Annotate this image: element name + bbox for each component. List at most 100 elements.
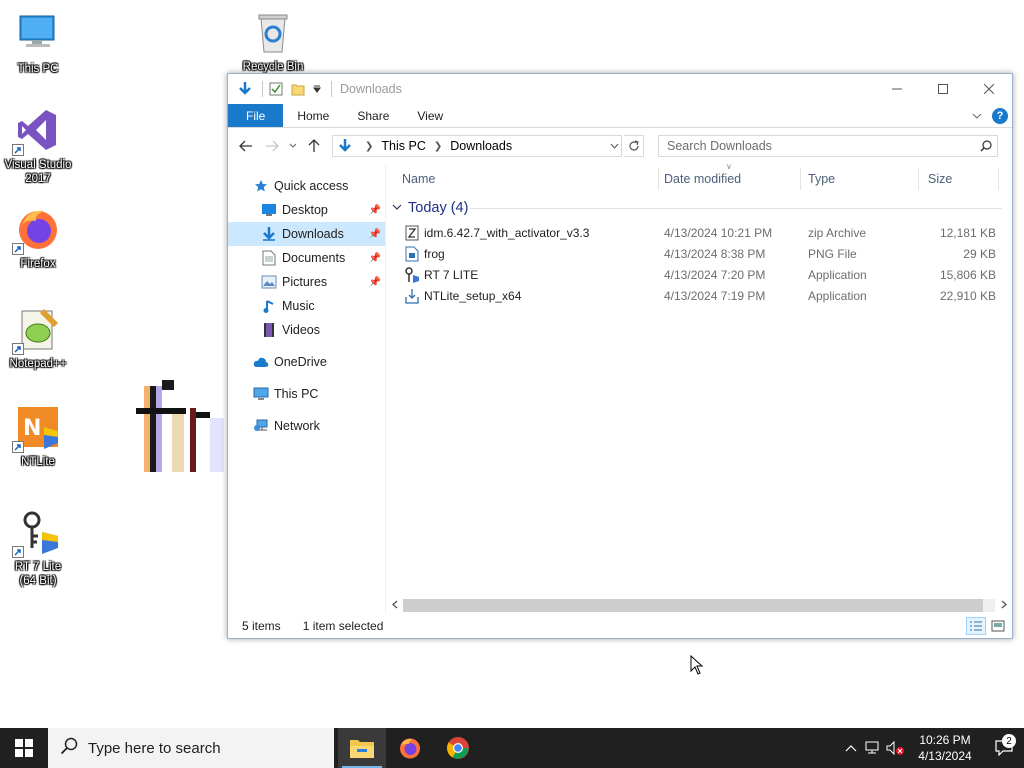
customize-quick-access-button[interactable] [311,80,323,98]
large-icons-view-button[interactable] [988,617,1008,635]
search-box[interactable]: Search Downloads [658,135,998,157]
help-icon[interactable]: ? [992,107,1008,124]
maximize-button[interactable] [920,74,966,104]
column-divider [658,168,659,190]
start-button[interactable] [0,728,48,768]
breadcrumb-this-pc[interactable]: This PC [381,139,425,153]
taskbar-search-input[interactable]: Type here to search [88,740,221,757]
file-list-pane[interactable]: Name ∨ Date modified Type Size Today (4)… [386,162,1012,614]
clock[interactable]: 10:26 PM 4/13/2024 [906,732,984,764]
videos-icon [260,321,278,339]
forward-button[interactable] [260,134,284,158]
horizontal-scrollbar[interactable] [386,597,1012,614]
sidebar-item-quick-access[interactable]: Quick access [228,174,385,198]
firefox-icon [12,205,62,255]
address-bar[interactable]: ❯ This PC ❯ Downloads [332,135,622,157]
properties-quick-button[interactable] [267,80,285,98]
desktop-icon-this-pc[interactable]: This PC [0,10,76,76]
navigation-bar: ❯ This PC ❯ Downloads Search Downloads [228,128,1012,164]
scrollbar-thumb[interactable] [403,599,983,612]
expand-ribbon-button[interactable] [972,109,982,123]
file-row[interactable]: frog 4/13/2024 8:38 PM PNG File 29 KB [386,243,1012,264]
image-file-icon [404,246,420,262]
desktop-icon-label: RT 7 Lite (64 Bit) [14,561,62,587]
up-button[interactable] [302,134,326,158]
sidebar-item-network[interactable]: Network [228,414,385,438]
tab-home[interactable]: Home [283,104,343,127]
column-header-date-modified[interactable]: Date modified [660,164,741,194]
scrollbar-track[interactable] [403,599,995,612]
close-button[interactable] [966,74,1012,104]
tab-file[interactable]: File [228,104,284,127]
desktop-icon-visual-studio[interactable]: Visual Studio 2017 [0,106,76,186]
sidebar-item-label: Videos [282,323,320,337]
visual-studio-icon [12,106,62,156]
sidebar-item-label: OneDrive [274,355,327,369]
search-icon [60,737,78,759]
column-divider [998,168,999,190]
file-date: 4/13/2024 7:19 PM [664,288,766,303]
desktop-icon-rt7lite[interactable]: RT 7 Lite (64 Bit) [0,508,76,588]
clock-date: 4/13/2024 [918,749,972,763]
back-button[interactable] [234,134,258,158]
sidebar-item-pictures[interactable]: Pictures 📌 [228,270,385,294]
tab-share[interactable]: Share [343,104,403,127]
rendering-artifact [132,378,228,474]
network-icon[interactable] [862,741,884,755]
desktop-icon-notepad-plus-plus[interactable]: Notepad++ [0,305,76,371]
refresh-button[interactable] [624,135,644,157]
sidebar-item-this-pc[interactable]: This PC [228,382,385,406]
chevron-right-icon: ❯ [365,140,374,152]
column-header-size[interactable]: Size [924,164,952,194]
taskbar-chrome[interactable] [434,728,482,768]
file-size: 22,910 KB [939,288,996,303]
file-date: 4/13/2024 7:20 PM [664,267,766,282]
sidebar-item-label: Network [274,419,320,433]
title-bar[interactable]: Downloads [228,74,1012,104]
file-explorer-window[interactable]: Downloads File Home Share View ? ❯ This … [227,73,1013,639]
desktop-icon-firefox[interactable]: Firefox [0,205,76,271]
sidebar-item-label: Music [282,299,315,313]
action-center-button[interactable]: 2 [984,734,1024,756]
tab-view[interactable]: View [403,104,457,127]
pin-icon: 📌 [368,252,381,264]
new-folder-quick-button[interactable] [289,80,307,98]
sidebar-item-documents[interactable]: Documents 📌 [228,246,385,270]
details-view-button[interactable] [966,617,986,635]
column-header-name[interactable]: Name [398,164,435,194]
window-title: Downloads [340,82,402,96]
show-hidden-icons-button[interactable] [840,744,862,752]
sidebar-item-onedrive[interactable]: OneDrive [228,350,385,374]
scroll-left-button[interactable] [386,600,403,611]
breadcrumb-downloads[interactable]: Downloads [450,139,512,153]
zip-file-icon [404,225,420,241]
desktop-icon-label: Recycle Bin [242,61,304,73]
desktop-folder-icon [260,201,278,219]
volume-muted-icon[interactable] [884,741,906,755]
sidebar-item-downloads[interactable]: Downloads 📌 [228,222,385,246]
address-dropdown-button[interactable] [607,141,621,151]
recent-locations-button[interactable] [286,134,300,158]
column-header-type[interactable]: Type [804,164,835,194]
documents-folder-icon [260,249,278,267]
desktop-icon-ntlite[interactable]: N NTLite [0,403,76,469]
group-header-today[interactable]: Today (4) [386,194,1012,222]
taskbar-file-explorer[interactable] [338,728,386,768]
file-row[interactable]: NTLite_setup_x64 4/13/2024 7:19 PM Appli… [386,285,1012,306]
sidebar-item-music[interactable]: Music [228,294,385,318]
taskbar-search-box[interactable]: Type here to search [48,728,334,768]
sidebar-item-desktop[interactable]: Desktop 📌 [228,198,385,222]
taskbar-firefox[interactable] [386,728,434,768]
sidebar-item-label: Quick access [274,179,349,193]
file-row[interactable]: RT 7 LITE 4/13/2024 7:20 PM Application … [386,264,1012,285]
clock-time: 10:26 PM [919,733,971,747]
search-input[interactable]: Search Downloads [667,139,772,153]
file-name: frog [424,246,445,261]
file-row[interactable]: idm.6.42.7_with_activator_v3.3 4/13/2024… [386,222,1012,243]
sidebar-item-label: Pictures [282,275,328,289]
desktop-icon-recycle-bin[interactable]: Recycle Bin [235,8,311,74]
minimize-button[interactable] [874,74,920,104]
scroll-right-button[interactable] [995,600,1012,611]
sidebar-item-videos[interactable]: Videos [228,318,385,342]
file-type: zip Archive [808,225,867,240]
